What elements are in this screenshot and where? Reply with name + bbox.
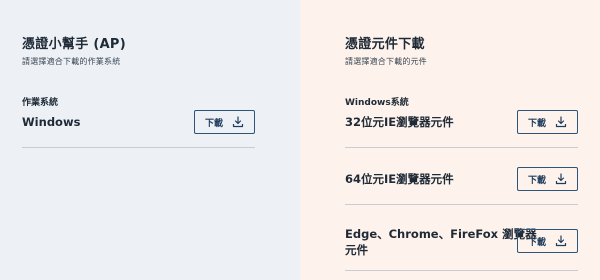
page: 憑證小幫手 (AP) 請選擇適合下載的作業系統 作業系統 Windows 下載 …: [0, 0, 600, 280]
component-item-name-line2: 元件: [345, 243, 368, 257]
windows-section-label: Windows系統: [345, 98, 409, 108]
component-item-ie64: 64位元IE瀏覽器元件 下載: [345, 167, 578, 207]
os-item-windows: Windows 下載: [22, 110, 255, 150]
divider: [345, 270, 578, 271]
assistant-panel: 憑證小幫手 (AP) 請選擇適合下載的作業系統 作業系統 Windows 下載: [0, 0, 300, 280]
download-icon: [555, 173, 567, 185]
component-panel: 憑證元件下載 請選擇適合下載的元件 Windows系統 32位元IE瀏覽器元件 …: [300, 0, 600, 280]
component-item-name: 32位元IE瀏覽器元件: [345, 115, 454, 129]
os-section-label: 作業系統: [22, 98, 59, 108]
divider: [345, 147, 578, 148]
divider: [22, 147, 255, 148]
download-button-browsers[interactable]: 下載: [517, 229, 578, 253]
os-item-name: Windows: [22, 115, 81, 129]
component-item-name-line1: Edge、Chrome、FireFox 瀏覽器: [345, 227, 537, 241]
divider: [345, 204, 578, 205]
assistant-title: 憑證小幫手 (AP): [22, 37, 126, 52]
component-title: 憑證元件下載: [345, 37, 425, 52]
component-item-browsers: Edge、Chrome、FireFox 瀏覽器 元件 下載: [345, 224, 578, 272]
download-button-ie32[interactable]: 下載: [517, 110, 578, 134]
download-button-label: 下載: [527, 117, 546, 128]
download-icon: [555, 116, 567, 128]
assistant-subtitle: 請選擇適合下載的作業系統: [22, 57, 121, 66]
component-item-name: 64位元IE瀏覽器元件: [345, 172, 454, 186]
download-button-label: 下載: [204, 117, 223, 128]
download-icon: [232, 116, 244, 128]
component-item-ie32: 32位元IE瀏覽器元件 下載: [345, 110, 578, 150]
download-button-ie64[interactable]: 下載: [517, 167, 578, 191]
download-button-windows[interactable]: 下載: [194, 110, 255, 134]
download-button-label: 下載: [527, 236, 546, 247]
download-icon: [555, 235, 567, 247]
download-button-label: 下載: [527, 174, 546, 185]
component-subtitle: 請選擇適合下載的元件: [345, 57, 427, 66]
